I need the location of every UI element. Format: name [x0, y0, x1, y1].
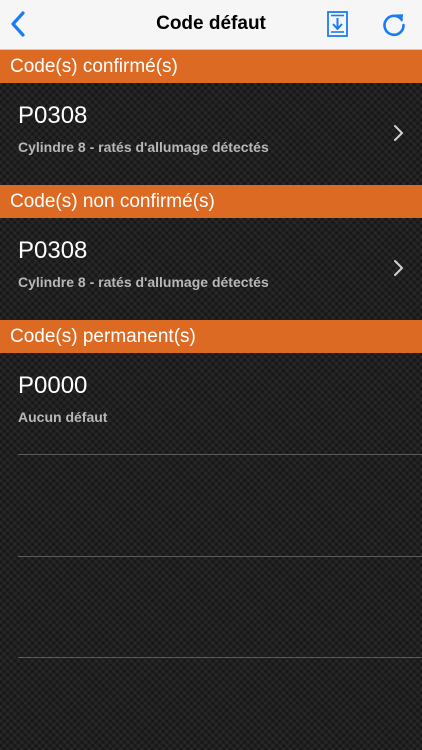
fault-description: Aucun défaut	[18, 409, 108, 425]
empty-row-separator	[18, 556, 422, 557]
fault-code-row[interactable]: P0308 Cylindre 8 - ratés d'allumage détec…	[0, 218, 422, 320]
chevron-right-icon	[394, 260, 403, 276]
page-title: Code défaut	[156, 13, 266, 34]
save-button[interactable]	[325, 10, 351, 38]
fault-code: P0000	[18, 372, 88, 399]
empty-row-separator	[18, 657, 422, 658]
section-header-code-s-non-confirm-s: Code(s) non confirmé(s)	[0, 185, 422, 218]
fault-code: P0308	[18, 102, 88, 129]
fault-description: Cylindre 8 - ratés d'allumage détectés	[18, 139, 269, 155]
section-header-code-s-confirm-s: Code(s) confirmé(s)	[0, 50, 422, 83]
navigation-bar: Code défaut	[0, 0, 422, 50]
empty-row-separator	[18, 454, 422, 455]
fault-code-row: P0000 Aucun défaut	[0, 353, 422, 455]
chevron-right-icon	[394, 125, 403, 141]
download-document-icon	[327, 11, 348, 37]
fault-code: P0308	[18, 237, 88, 264]
fault-code-row[interactable]: P0308 Cylindre 8 - ratés d'allumage détec…	[0, 83, 422, 185]
chevron-left-icon	[11, 11, 25, 37]
refresh-icon	[383, 14, 405, 37]
back-button[interactable]	[6, 9, 34, 39]
refresh-button[interactable]	[379, 10, 409, 40]
section-header-code-s-permanent-s: Code(s) permanent(s)	[0, 320, 422, 353]
fault-description: Cylindre 8 - ratés d'allumage détectés	[18, 274, 269, 290]
